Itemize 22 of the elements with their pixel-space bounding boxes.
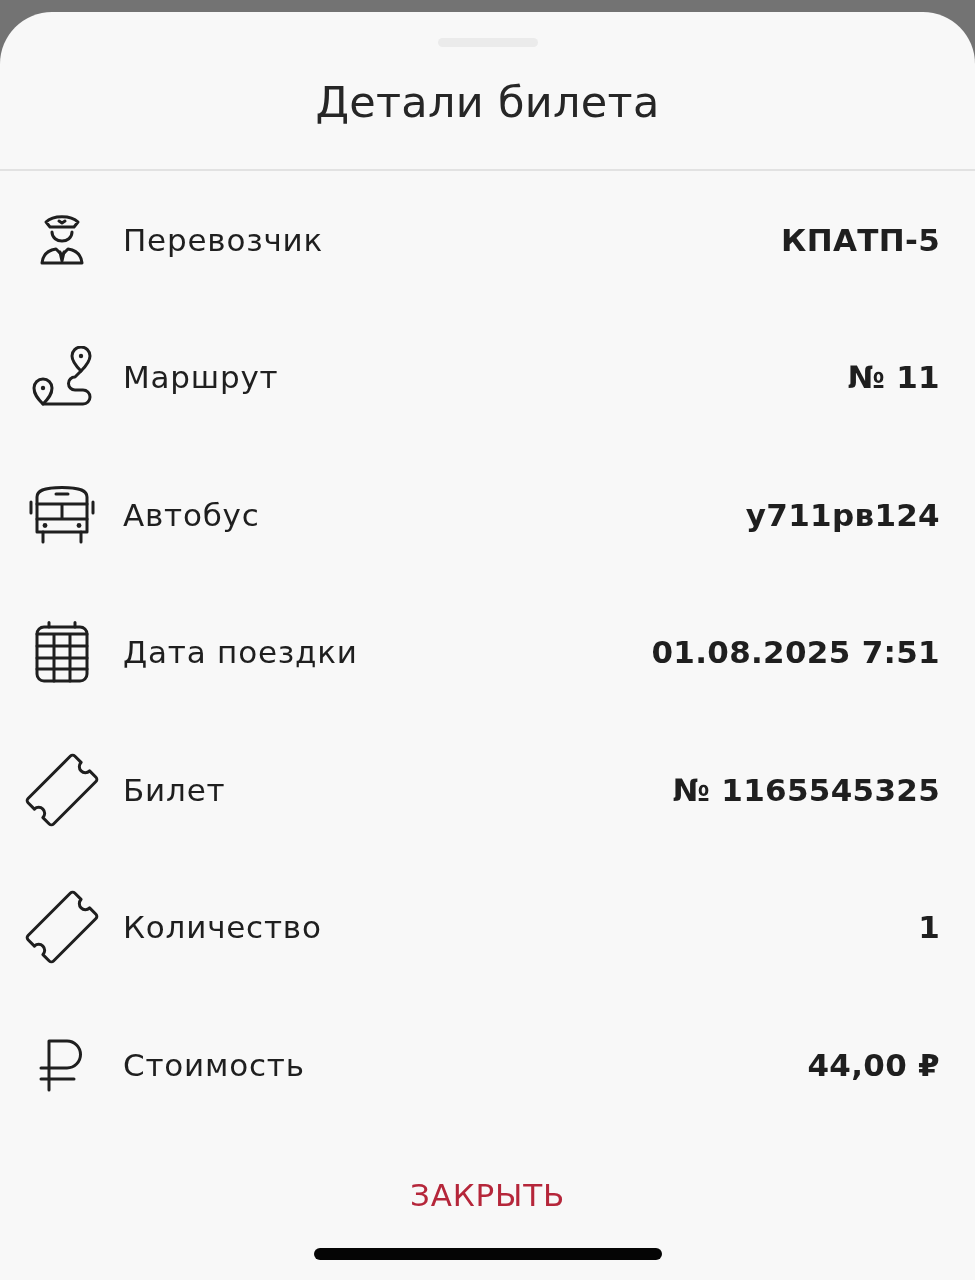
detail-label: Билет xyxy=(123,771,226,808)
detail-label: Маршрут xyxy=(123,359,279,396)
detail-value: 01.08.2025 7:51 xyxy=(651,634,940,671)
driver-icon xyxy=(39,213,85,266)
detail-label: Перевозчик xyxy=(123,221,324,258)
detail-value: 1 xyxy=(918,909,940,946)
ticket-icon xyxy=(24,751,100,828)
ticket-icon xyxy=(24,889,100,966)
calendar-icon xyxy=(35,621,89,684)
detail-label: Дата поездки xyxy=(123,634,358,671)
detail-value: № 11 xyxy=(847,359,940,396)
detail-label: Автобус xyxy=(123,496,260,533)
detail-value: 44,00 ₽ xyxy=(807,1046,940,1083)
route-icon xyxy=(30,346,94,409)
detail-label: Количество xyxy=(123,909,322,946)
detail-value: у711рв124 xyxy=(745,496,940,533)
close-button[interactable]: ЗАКРЫТЬ xyxy=(394,1164,581,1225)
detail-value: № 1165545325 xyxy=(672,771,940,808)
detail-value: КПАТП-5 xyxy=(781,221,940,258)
bus-icon xyxy=(29,485,95,544)
detail-label: Стоимость xyxy=(123,1046,305,1083)
sheet-title: Детали билета xyxy=(315,76,660,129)
